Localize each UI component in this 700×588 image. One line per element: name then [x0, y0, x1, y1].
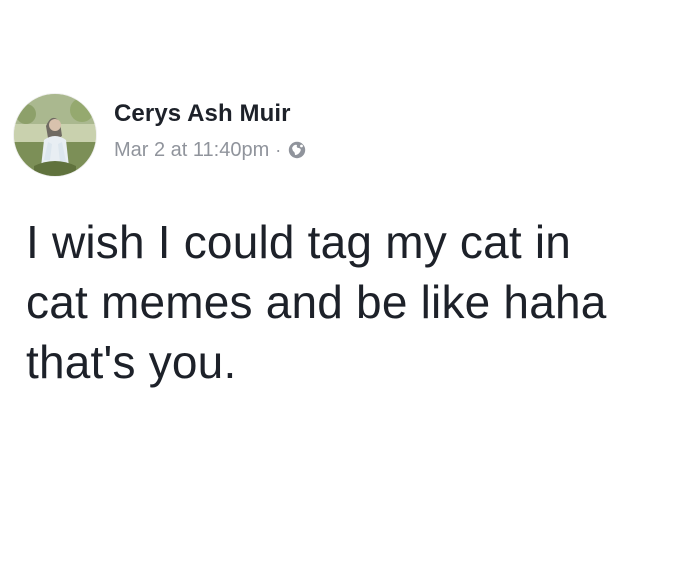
post-header: Cerys Ash Muir Mar 2 at 11:40pm · — [14, 94, 307, 176]
facebook-post: Cerys Ash Muir Mar 2 at 11:40pm · I wish… — [0, 0, 700, 588]
author-name[interactable]: Cerys Ash Muir — [114, 100, 307, 128]
post-text: I wish I could tag my cat in cat memes a… — [26, 212, 686, 392]
post-meta: Cerys Ash Muir Mar 2 at 11:40pm · — [114, 100, 307, 162]
globe-icon — [287, 140, 307, 160]
avatar[interactable] — [14, 94, 96, 176]
post-subline: Mar 2 at 11:40pm · — [114, 138, 307, 162]
post-text-line-2: cat memes and be like haha — [26, 276, 607, 328]
separator-dot: · — [275, 140, 282, 160]
profile-photo-icon — [14, 94, 96, 176]
post-text-line-1: I wish I could tag my cat in — [26, 216, 572, 268]
post-timestamp[interactable]: Mar 2 at 11:40pm — [114, 138, 269, 162]
post-text-line-3: that's you. — [26, 336, 237, 388]
